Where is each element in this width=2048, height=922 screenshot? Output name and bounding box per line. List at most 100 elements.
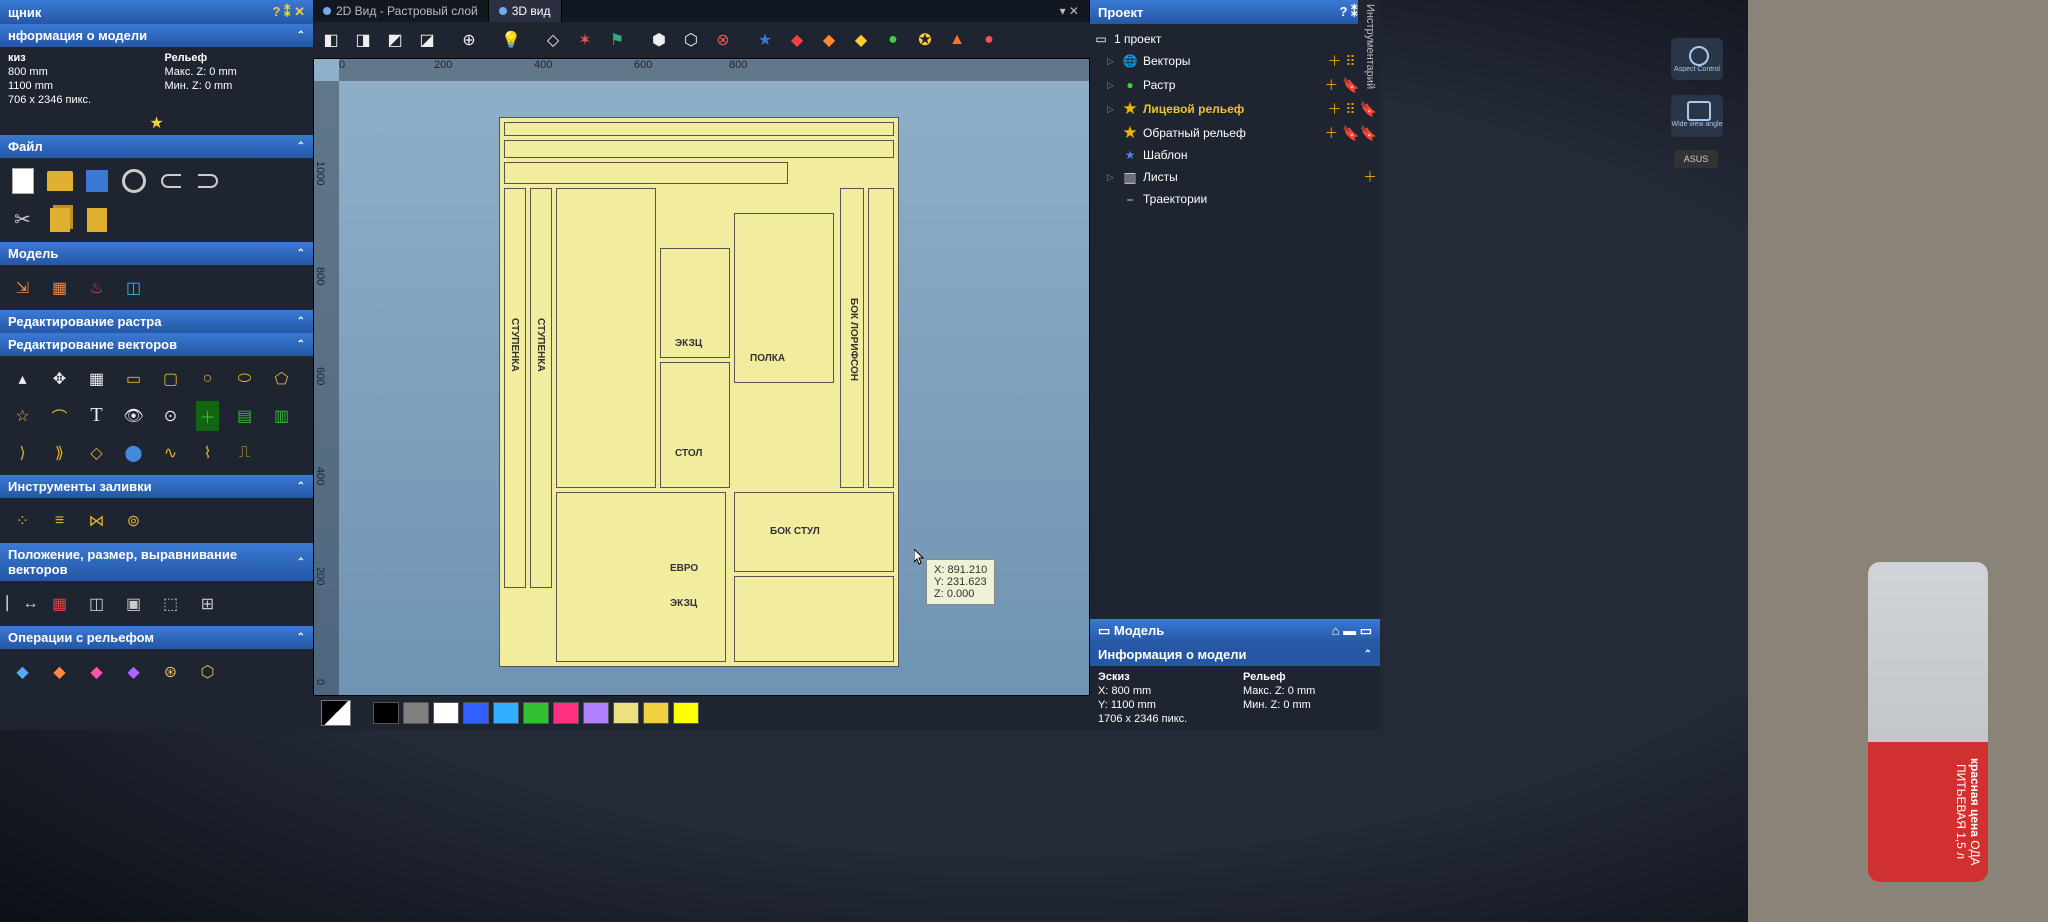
minimize-view[interactable]: ▾ ✕ <box>1050 0 1090 22</box>
open-file-button[interactable] <box>42 163 77 198</box>
collapse-icon[interactable]: ⌃ <box>297 339 305 350</box>
join2-tool[interactable]: ⟫ <box>42 435 77 470</box>
align3[interactable]: ◫ <box>79 586 114 621</box>
polygon-tool[interactable]: ⬠ <box>264 361 299 396</box>
swatch-green[interactable] <box>523 702 549 724</box>
grid-tool[interactable]: ▦ <box>79 361 114 396</box>
part[interactable] <box>556 188 656 488</box>
collapse-icon[interactable]: ⌃ <box>297 316 305 327</box>
join-tool[interactable]: ⟩ <box>5 435 40 470</box>
r1[interactable]: ◆ <box>5 654 40 689</box>
tree-node-raster[interactable]: ▷ ● Растр ＋ 🔖🔖 <box>1093 73 1377 97</box>
raster-edit-header[interactable]: Редактирование растра ⌃ <box>0 310 313 333</box>
layer-yel-button[interactable]: ◆ <box>846 25 876 55</box>
curve3-tool[interactable]: ⎍ <box>227 435 262 470</box>
assistant-header[interactable]: щник ? ⁑ ✕ <box>0 0 313 24</box>
rgb-button[interactable]: ⊗ <box>708 25 738 55</box>
move-tool[interactable]: ✥ <box>42 361 77 396</box>
r6[interactable]: ⬡ <box>190 654 225 689</box>
layer-org-button[interactable]: ◆ <box>814 25 844 55</box>
tree-node-front-relief[interactable]: ▷ ★ Лицевой рельеф ＋ ⠿ 🔖 <box>1093 97 1377 121</box>
tree-node-sheets[interactable]: ▷ ▥ Листы ＋ <box>1093 165 1377 189</box>
pos-align-header[interactable]: Положение, размер, выравнивание векторов… <box>0 543 313 581</box>
fill-tools-header[interactable]: Инструменты заливки ⌃ <box>0 475 313 498</box>
collapse-icon[interactable]: ⌃ <box>297 141 305 152</box>
collapse-icon[interactable]: ⌃ <box>297 30 305 41</box>
eye-tool[interactable]: 👁 <box>116 398 151 433</box>
r3[interactable]: ◆ <box>79 654 114 689</box>
plugin-button[interactable]: ⚑ <box>602 25 632 55</box>
fill4[interactable]: ⊚ <box>116 503 151 538</box>
model-info-header[interactable]: нформация о модели ⌃ <box>0 24 313 47</box>
node-tool[interactable]: ◇ <box>79 435 114 470</box>
layers-button[interactable]: ◇ <box>538 25 568 55</box>
align1[interactable]: ⎸↔ <box>5 586 40 621</box>
expand-icon[interactable]: ▷ <box>1107 104 1117 115</box>
pin-icon[interactable]: ? ⁑ ✕ <box>272 4 305 20</box>
model-panel-header[interactable]: ▭ Модель ⌂ ▬ ▭ <box>1090 619 1380 643</box>
toolbox-vtab[interactable]: Инструментарий <box>1358 0 1380 93</box>
add-buttons[interactable]: ＋ <box>1363 167 1377 187</box>
align5[interactable]: ⬚ <box>153 586 188 621</box>
select-tool[interactable]: ▴ <box>5 361 40 396</box>
roundrect-tool[interactable]: ▢ <box>153 361 188 396</box>
expand-icon[interactable]: ▷ <box>1107 172 1117 183</box>
swatch-white[interactable] <box>433 702 459 724</box>
r2[interactable]: ◆ <box>42 654 77 689</box>
model-light-button[interactable]: ♨ <box>79 270 114 305</box>
settings-button[interactable] <box>116 163 151 198</box>
save-file-button[interactable] <box>79 163 114 198</box>
circle-tool[interactable]: ○ <box>190 361 225 396</box>
layer-red-button[interactable]: ◆ <box>782 25 812 55</box>
tab-3d-view[interactable]: 3D вид <box>489 0 562 22</box>
model-resize-button[interactable]: ⇲ <box>5 270 40 305</box>
magnet-tool[interactable]: ⊙ <box>153 398 188 433</box>
swatch-yellow[interactable] <box>673 702 699 724</box>
pyramid-button[interactable]: ▲ <box>942 25 972 55</box>
swatch-blue[interactable] <box>463 702 489 724</box>
view-right-button[interactable]: ◩ <box>380 25 410 55</box>
undo-button[interactable] <box>153 163 188 198</box>
circle-grn-button[interactable]: ● <box>878 25 908 55</box>
zoom-in-button[interactable]: ⊕ <box>454 25 484 55</box>
arc-tool[interactable]: ⌒ <box>42 398 77 433</box>
view-front-button[interactable]: ◨ <box>348 25 378 55</box>
tree-node-back-relief[interactable]: ★ Обратный рельеф ＋ 🔖🔖 <box>1093 121 1377 145</box>
new-file-button[interactable] <box>5 163 40 198</box>
text-tool[interactable]: T <box>79 398 114 433</box>
wide-view-angle-button[interactable]: Wide view angle <box>1671 95 1723 137</box>
ellipse-tool[interactable]: ⬭ <box>227 361 262 396</box>
tree-node-toolpaths[interactable]: ⎯ Траектории <box>1093 189 1377 209</box>
fill1[interactable]: ⁘ <box>5 503 40 538</box>
tree-project-root[interactable]: ▭ 1 проект <box>1093 29 1377 49</box>
swatch-gold[interactable] <box>643 702 669 724</box>
material-sheet[interactable]: СТУПЕНКА СТУПЕНКА ЭКЗЦ ПОЛКА СТОЛ БОК ЛО… <box>499 117 899 667</box>
model-info-header-right[interactable]: Информация о модели ⌃ <box>1090 643 1380 666</box>
part[interactable] <box>868 188 894 488</box>
swatch-black[interactable] <box>373 702 399 724</box>
tab-2d-raster[interactable]: 2D Вид - Растровый слой <box>313 0 489 22</box>
r5[interactable]: ⊛ <box>153 654 188 689</box>
model-grid-button[interactable]: ▦ <box>42 270 77 305</box>
tree-node-vectors[interactable]: ▷ 🌐 Векторы ＋ ⠿ 🔖 <box>1093 49 1377 73</box>
star-tool[interactable]: ☆ <box>5 398 40 433</box>
collapse-icon[interactable]: ⌃ <box>297 481 305 492</box>
fill3[interactable]: ⋈ <box>79 503 114 538</box>
fg-bg-swatch[interactable] <box>321 700 351 726</box>
badge-button[interactable]: ✪ <box>910 25 940 55</box>
model-header[interactable]: Модель ⌃ <box>0 242 313 265</box>
plus-tool[interactable]: ＋ <box>190 398 225 433</box>
model-select-button[interactable]: ◫ <box>116 270 151 305</box>
light-toggle[interactable]: 💡 <box>496 25 526 55</box>
header-controls[interactable]: ⌂ ▬ ▭ <box>1332 623 1372 639</box>
part[interactable] <box>504 140 894 158</box>
part[interactable] <box>504 122 894 136</box>
part-evro[interactable] <box>556 492 726 662</box>
vector-edit-header[interactable]: Редактирование векторов ⌃ <box>0 333 313 356</box>
project-header[interactable]: Проект ? ⁑ ✕ <box>1090 0 1380 24</box>
collapse-icon[interactable]: ⌃ <box>1364 649 1372 660</box>
3d-viewport[interactable]: 0 200 400 600 800 0 200 400 600 800 1000 <box>313 58 1090 696</box>
rect-tool[interactable]: ▭ <box>116 361 151 396</box>
favorite-star-icon[interactable]: ★ <box>0 111 313 135</box>
paste-button[interactable] <box>79 202 114 237</box>
